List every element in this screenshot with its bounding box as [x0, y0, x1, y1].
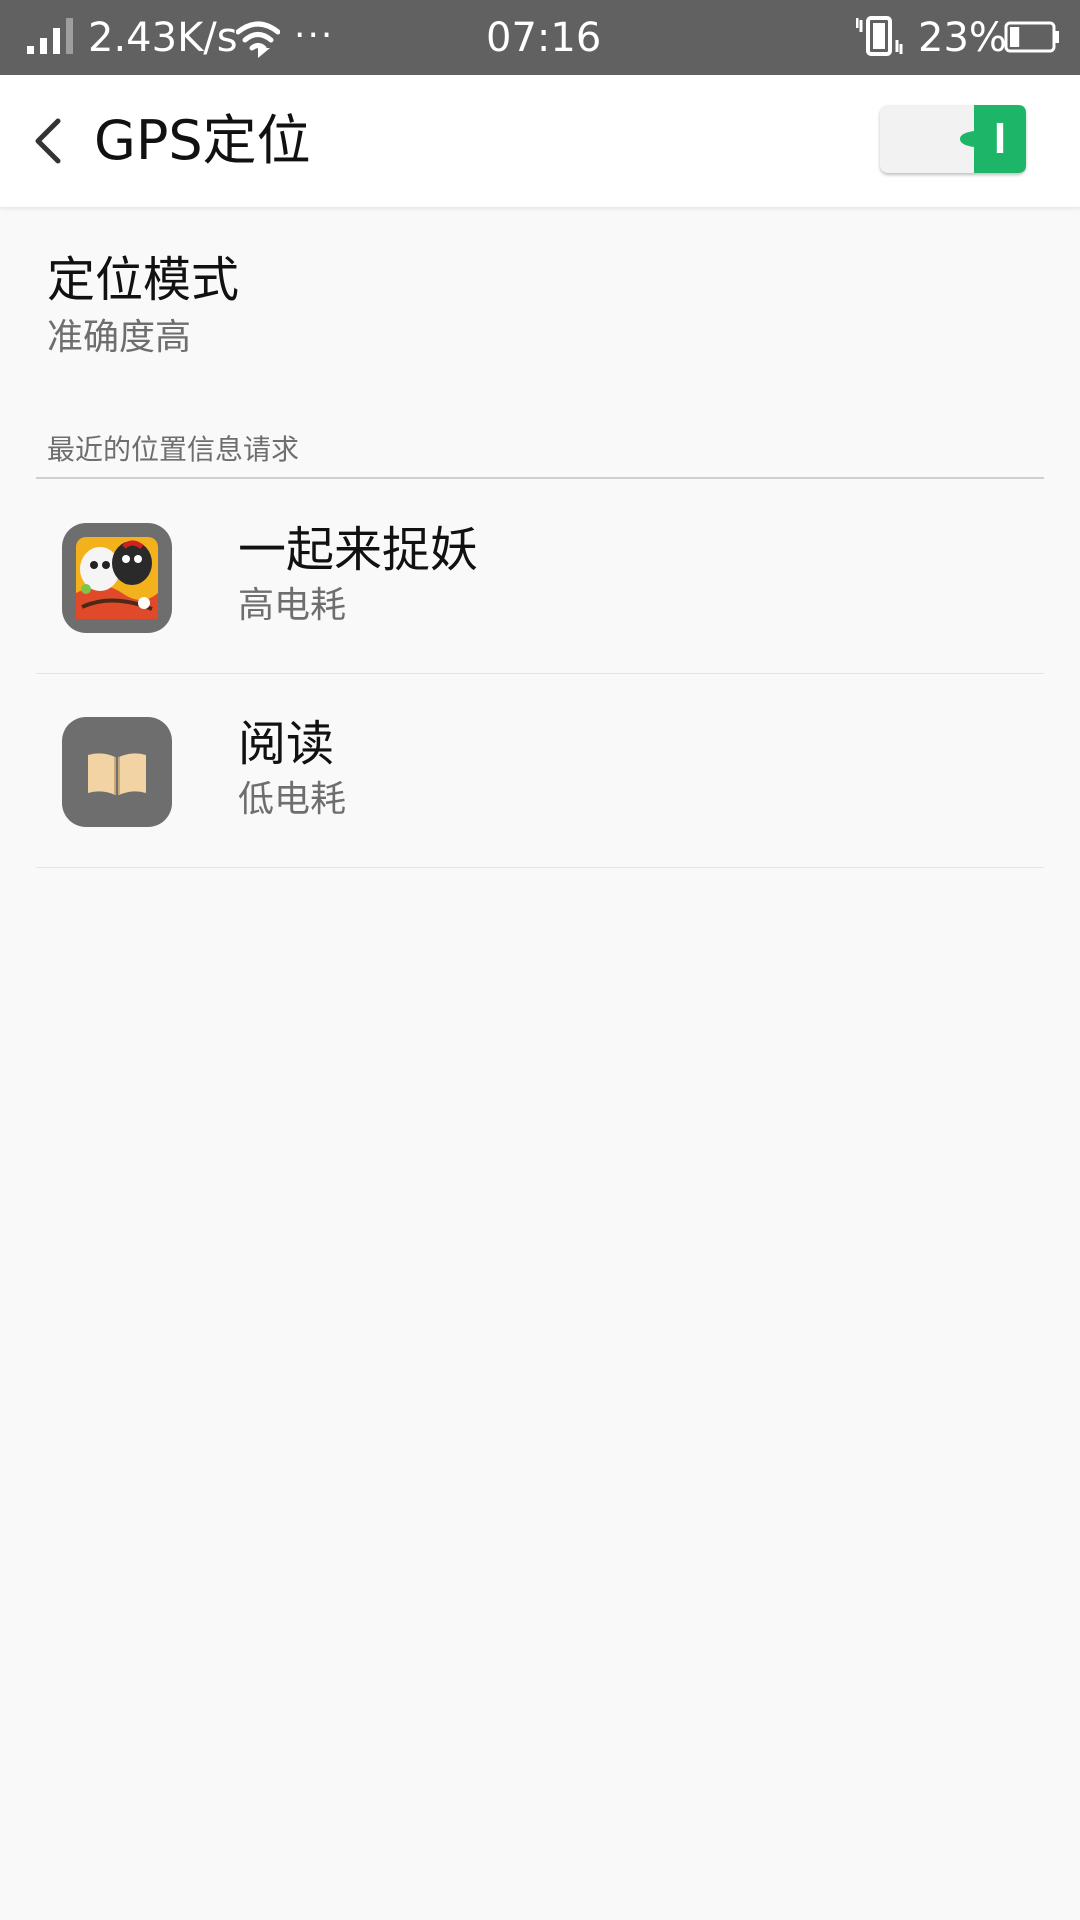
row-divider: [36, 867, 1044, 868]
back-arrow-icon[interactable]: [30, 115, 66, 167]
app-list-item[interactable]: 阅读 低电耗: [36, 674, 1044, 868]
app-name: 一起来捉妖: [238, 522, 479, 578]
location-mode-setting[interactable]: 定位模式 准确度高: [47, 250, 1027, 360]
wifi-icon: [236, 21, 280, 58]
toggle-knob: I: [960, 105, 1026, 173]
battery-icon: [1004, 21, 1059, 53]
location-mode-value: 准确度高: [47, 317, 192, 358]
game-icon: [62, 523, 172, 633]
book-icon: [62, 717, 172, 827]
page-title: GPS定位: [94, 109, 311, 172]
app-power-usage: 低电耗: [238, 779, 347, 820]
recent-requests-header: 最近的位置信息请求: [47, 433, 300, 466]
app-bar: GPS定位 I: [0, 75, 1080, 207]
app-name: 阅读: [238, 716, 335, 772]
app-power-usage: 高电耗: [238, 585, 347, 626]
gps-toggle-switch[interactable]: I: [880, 105, 1028, 175]
battery-percent: 23%: [918, 15, 1007, 61]
clock: 07:16: [486, 15, 602, 61]
app-list-item[interactable]: 一起来捉妖 高电耗: [36, 480, 1044, 674]
more-notifications-indicator: ···: [294, 15, 335, 56]
section-divider: [36, 477, 1044, 479]
status-bar: 2.43K/s ··· 07:16 23%: [0, 0, 1080, 75]
toggle-on-label: I: [994, 114, 1006, 163]
signal-icon: [27, 18, 73, 54]
vibrate-icon: [856, 16, 903, 56]
network-speed: 2.43K/s: [88, 15, 238, 61]
location-mode-title: 定位模式: [47, 252, 240, 308]
